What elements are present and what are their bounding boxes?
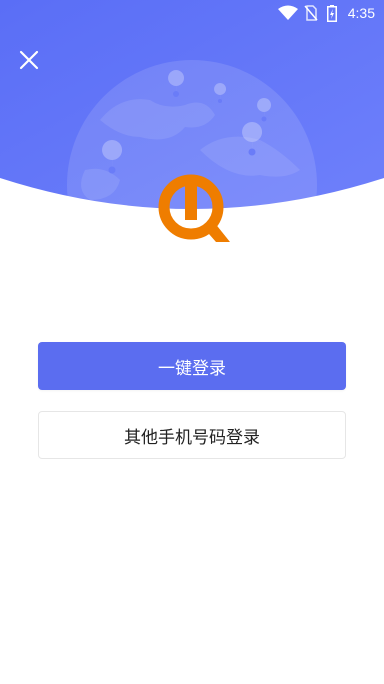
close-button[interactable] [14,45,44,75]
no-sim-icon [304,5,318,21]
one-click-login-label: 一键登录 [158,358,226,379]
one-click-login-button[interactable]: 一键登录 [38,342,346,390]
app-logo [152,170,234,246]
status-bar: 4:35 [0,0,384,26]
battery-charging-icon [327,5,337,22]
other-phone-login-button[interactable]: 其他手机号码登录 [38,411,346,459]
app-logo-icon [158,174,230,242]
other-phone-login-label: 其他手机号码登录 [124,427,260,448]
status-time: 4:35 [347,5,375,21]
wifi-icon [278,5,298,20]
close-icon [19,50,39,70]
